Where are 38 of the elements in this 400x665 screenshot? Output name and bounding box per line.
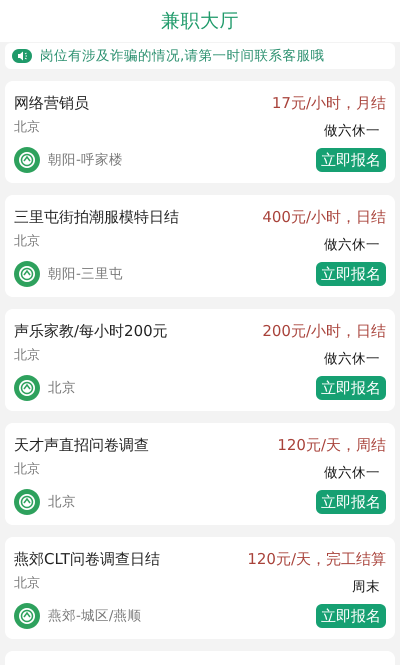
city-text: 北京 (14, 232, 40, 250)
city-text: 北京 (14, 460, 40, 478)
job-card[interactable]: 天才声直招问卷调查 120元/天，周结 北京 做六休一 北京 立即报名 (5, 423, 395, 525)
badge-icon (14, 489, 40, 515)
badge-icon (14, 375, 40, 401)
job-card[interactable]: 燕郊CLT问卷调查日结 120元/天，完工结算 北京 周末 燕郊-城区/燕顺 立即报名 (5, 537, 395, 639)
badge-icon (14, 261, 40, 287)
schedule-text: 做六休一 (324, 464, 380, 483)
pay-text: 17元/小时，月结 (272, 92, 386, 114)
job-title: 三里屯街拍潮服模特日结 (14, 206, 179, 228)
job-title: 天才声直招问卷调查 (14, 434, 149, 456)
badge-icon (14, 603, 40, 629)
area-text: 北京 (48, 378, 76, 398)
area-text: 燕郊-城区/燕顺 (48, 606, 142, 626)
job-card[interactable]: 声乐家教/每小时200元 200元/小时，日结 北京 做六休一 北京 立即报名 (5, 309, 395, 411)
notice-text: 岗位有涉及诈骗的情况,请第一时间联系客服哦 (40, 46, 324, 66)
schedule-text: 做六休一 (324, 122, 380, 141)
pay-text: 200元/小时，日结 (262, 320, 386, 342)
area-text: 朝阳-三里屯 (48, 264, 123, 284)
job-title: 网络营销员 (14, 92, 89, 114)
pay-text: 120元/天，周结 (277, 434, 386, 456)
job-card[interactable]: 网络营销员 17元/小时，月结 北京 做六休一 朝阳-呼家楼 立即报名 (5, 81, 395, 183)
city-text: 北京 (14, 574, 40, 592)
page-title: 兼职大厅 (161, 8, 239, 34)
pay-text: 400元/小时，日结 (262, 206, 386, 228)
schedule-text: 做六休一 (324, 350, 380, 369)
job-card[interactable]: 三里屯街拍潮服模特日结 400元/小时，日结 北京 做六休一 朝阳-三里屯 立即报名 (5, 195, 395, 297)
area-text: 朝阳-呼家楼 (48, 150, 123, 170)
city-text: 北京 (14, 346, 40, 364)
city-text: 北京 (14, 118, 40, 136)
schedule-text: 做六休一 (324, 236, 380, 255)
job-title: 声乐家教/每小时200元 (14, 320, 168, 342)
job-title: 燕郊CLT问卷调查日结 (14, 548, 160, 570)
schedule-text: 周末 (352, 578, 380, 597)
area-text: 北京 (48, 492, 76, 512)
pay-text: 120元/天，完工结算 (247, 548, 386, 570)
badge-icon (14, 147, 40, 173)
speaker-icon (12, 49, 32, 63)
